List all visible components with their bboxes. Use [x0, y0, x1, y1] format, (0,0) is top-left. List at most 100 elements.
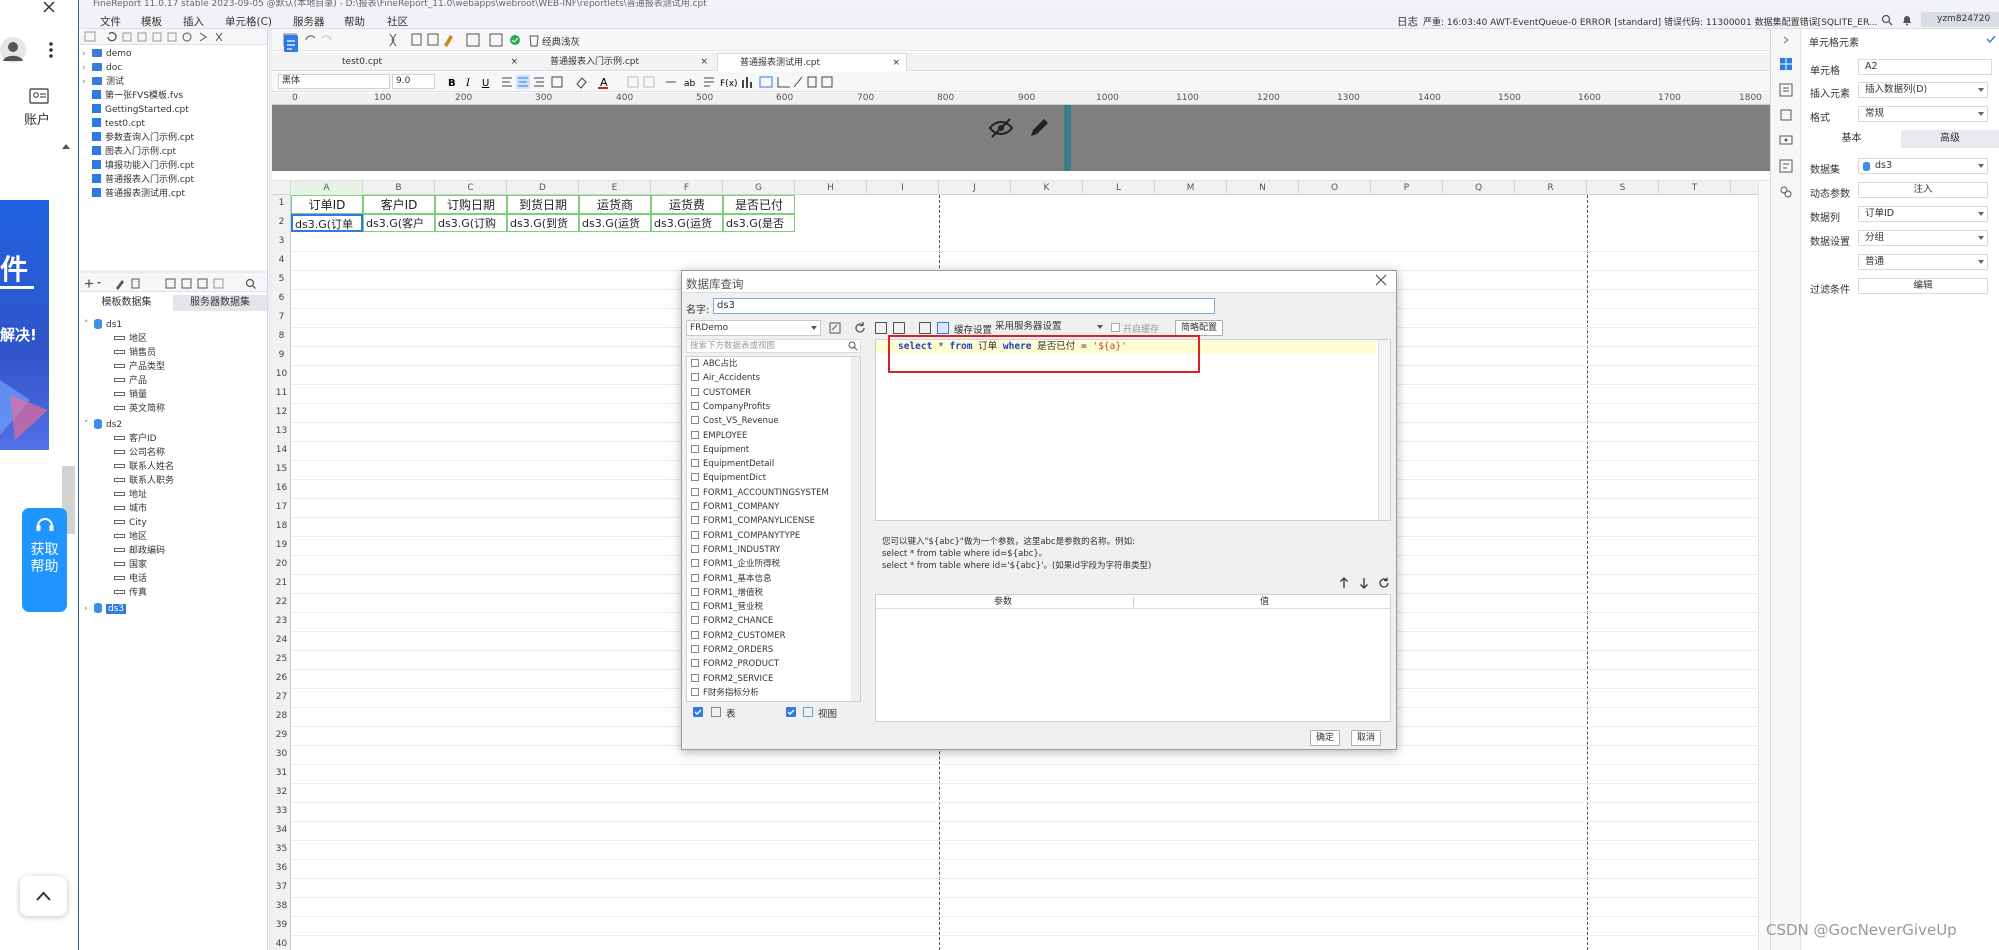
row-header-cell[interactable]: 31 — [272, 768, 291, 778]
close-tab-icon[interactable]: × — [892, 54, 900, 72]
param-icon[interactable] — [919, 322, 931, 334]
column-header-cell[interactable]: C — [435, 181, 507, 195]
widget-icon[interactable] — [1779, 133, 1793, 147]
enable-cache-checkbox[interactable] — [1111, 323, 1120, 332]
edit-connection-icon[interactable] — [828, 321, 842, 335]
insert-element-select[interactable]: 插入数据列(D) — [1858, 82, 1988, 98]
column-header-cell[interactable]: G — [723, 181, 795, 195]
filter-edit-button[interactable]: 编辑 — [1858, 278, 1988, 294]
column-header-cell[interactable]: A — [291, 181, 363, 195]
cache-icon[interactable] — [937, 322, 949, 334]
table-list-scrollbar[interactable] — [851, 357, 860, 701]
row-header-cell[interactable]: 4 — [272, 255, 291, 265]
row-header-cell[interactable]: 13 — [272, 426, 291, 436]
file-tab[interactable]: 普通报表入门示例.cpt × — [528, 53, 714, 71]
field-item[interactable]: 销售员 — [114, 346, 156, 360]
tree-item-file[interactable]: 第一张FVS模板.fvs — [92, 89, 183, 103]
file-tab[interactable]: test0.cpt × — [320, 53, 524, 71]
scroll-up-arrow[interactable] — [62, 142, 70, 150]
column-header-cell[interactable]: S — [1587, 181, 1659, 195]
menu-help[interactable]: 帮助 — [344, 14, 365, 29]
tree-item-folder[interactable]: › 测试 — [82, 75, 124, 89]
column-header-cell[interactable]: I — [867, 181, 939, 195]
header-cell[interactable]: 运货费 — [651, 195, 723, 214]
table-item[interactable]: FORM1_营业税 — [687, 600, 763, 614]
row-header-cell[interactable]: 40 — [272, 939, 291, 949]
dataset-node[interactable]: ˅ ds2 — [84, 418, 122, 432]
tree-item-file[interactable]: 参数查询入门示例.cpt — [92, 131, 194, 145]
row-header-cell[interactable]: 12 — [272, 407, 291, 417]
data-setting-sub-select[interactable]: 普通 — [1858, 254, 1988, 270]
header-cell[interactable]: 运货商 — [579, 195, 651, 214]
row-header-cell[interactable]: 27 — [272, 692, 291, 702]
field-item[interactable]: 联系人职务 — [114, 474, 174, 488]
field-item[interactable]: 地区 — [114, 332, 147, 346]
tree-item-file[interactable]: 普通报表测试用.cpt — [92, 187, 185, 201]
table-item[interactable]: FORM1_增值税 — [687, 586, 763, 600]
row-header-cell[interactable]: 8 — [272, 331, 291, 341]
row-header-cell[interactable]: 21 — [272, 578, 291, 588]
column-header-cell[interactable]: F — [651, 181, 723, 195]
column-header-cell[interactable]: H — [795, 181, 867, 195]
menu-insert[interactable]: 插入 — [183, 14, 204, 29]
row-header-cell[interactable]: 39 — [272, 920, 291, 930]
inject-button[interactable]: 注入 — [1858, 182, 1988, 198]
field-item[interactable]: 英文简称 — [114, 402, 165, 416]
table-item[interactable]: FORM1_COMPANYTYPE — [687, 529, 800, 543]
dataset-select[interactable]: ds3 — [1858, 158, 1988, 174]
row-header-cell[interactable]: 17 — [272, 502, 291, 512]
field-item[interactable]: 销量 — [114, 388, 147, 402]
show-table-checkbox[interactable] — [693, 707, 703, 717]
hyperlink-icon[interactable] — [1779, 185, 1793, 199]
row-header-cell[interactable]: 38 — [272, 901, 291, 911]
field-item[interactable]: 国家 — [114, 558, 147, 572]
data-cell[interactable]: ds3.G(到货 — [507, 214, 579, 232]
tree-item-file[interactable]: test0.cpt — [92, 117, 145, 131]
table-item[interactable]: FORM2_CHANCE — [687, 614, 773, 628]
table-item[interactable]: FORM1_基本信息 — [687, 572, 771, 586]
row-header-cell[interactable]: 14 — [272, 445, 291, 455]
back-to-top-button[interactable] — [20, 876, 67, 916]
condition-icon[interactable] — [1779, 159, 1793, 173]
table-item[interactable]: FORM2_ORDERS — [687, 643, 773, 657]
column-header-cell[interactable]: B — [363, 181, 435, 195]
tab-server-dataset[interactable]: 服务器数据集 — [173, 295, 267, 311]
collapse-right-icon[interactable] — [1782, 36, 1790, 44]
data-cell[interactable]: ds3.G(运货 — [651, 214, 723, 232]
field-item[interactable]: 城市 — [114, 502, 147, 516]
row-header-cell[interactable]: 35 — [272, 844, 291, 854]
check-icon[interactable] — [1986, 34, 1996, 44]
column-header-cell[interactable]: T — [1659, 181, 1731, 195]
table-search-input[interactable]: 搜索下方数据表或视图 — [686, 339, 861, 353]
tab-template-dataset[interactable]: 模板数据集 — [80, 295, 173, 311]
row-header-cell[interactable]: 9 — [272, 350, 291, 360]
header-cell[interactable]: 是否已付 — [723, 195, 795, 214]
border-icon[interactable] — [1779, 108, 1793, 122]
column-header-cell[interactable]: R — [1515, 181, 1587, 195]
data-cell[interactable]: ds3.G(是否 — [723, 214, 795, 232]
row-header-cell[interactable]: 11 — [272, 388, 291, 398]
table-item[interactable]: EquipmentDetail — [687, 457, 774, 471]
row-header-cell[interactable]: 3 — [272, 236, 291, 246]
param-table[interactable]: 参数 值 — [875, 594, 1391, 722]
row-header-cell[interactable]: 25 — [272, 654, 291, 664]
hide-eye-icon[interactable] — [988, 117, 1014, 139]
table-item[interactable]: ABC占比 — [687, 357, 737, 371]
user-badge[interactable]: yzm824720 — [1921, 12, 1999, 27]
row-header-cell[interactable]: 37 — [272, 882, 291, 892]
bell-icon[interactable] — [1901, 14, 1913, 26]
menu-cell[interactable]: 单元格(C) — [225, 14, 272, 29]
column-header-cell[interactable]: Q — [1443, 181, 1515, 195]
account-label[interactable]: 账户 — [24, 109, 50, 128]
row-header-cell[interactable]: 28 — [272, 711, 291, 721]
field-item[interactable]: 产品 — [114, 374, 147, 388]
close-icon[interactable] — [42, 0, 56, 14]
row-header-cell[interactable]: 36 — [272, 863, 291, 873]
column-header-cell[interactable]: K — [1011, 181, 1083, 195]
connection-select[interactable]: FRDemo — [686, 320, 821, 336]
menu-template[interactable]: 模板 — [141, 14, 162, 29]
field-item[interactable]: 电话 — [114, 572, 147, 586]
row-header-cell[interactable]: 15 — [272, 464, 291, 474]
tab-basic[interactable]: 基本 — [1802, 130, 1901, 148]
column-header-cell[interactable]: M — [1155, 181, 1227, 195]
